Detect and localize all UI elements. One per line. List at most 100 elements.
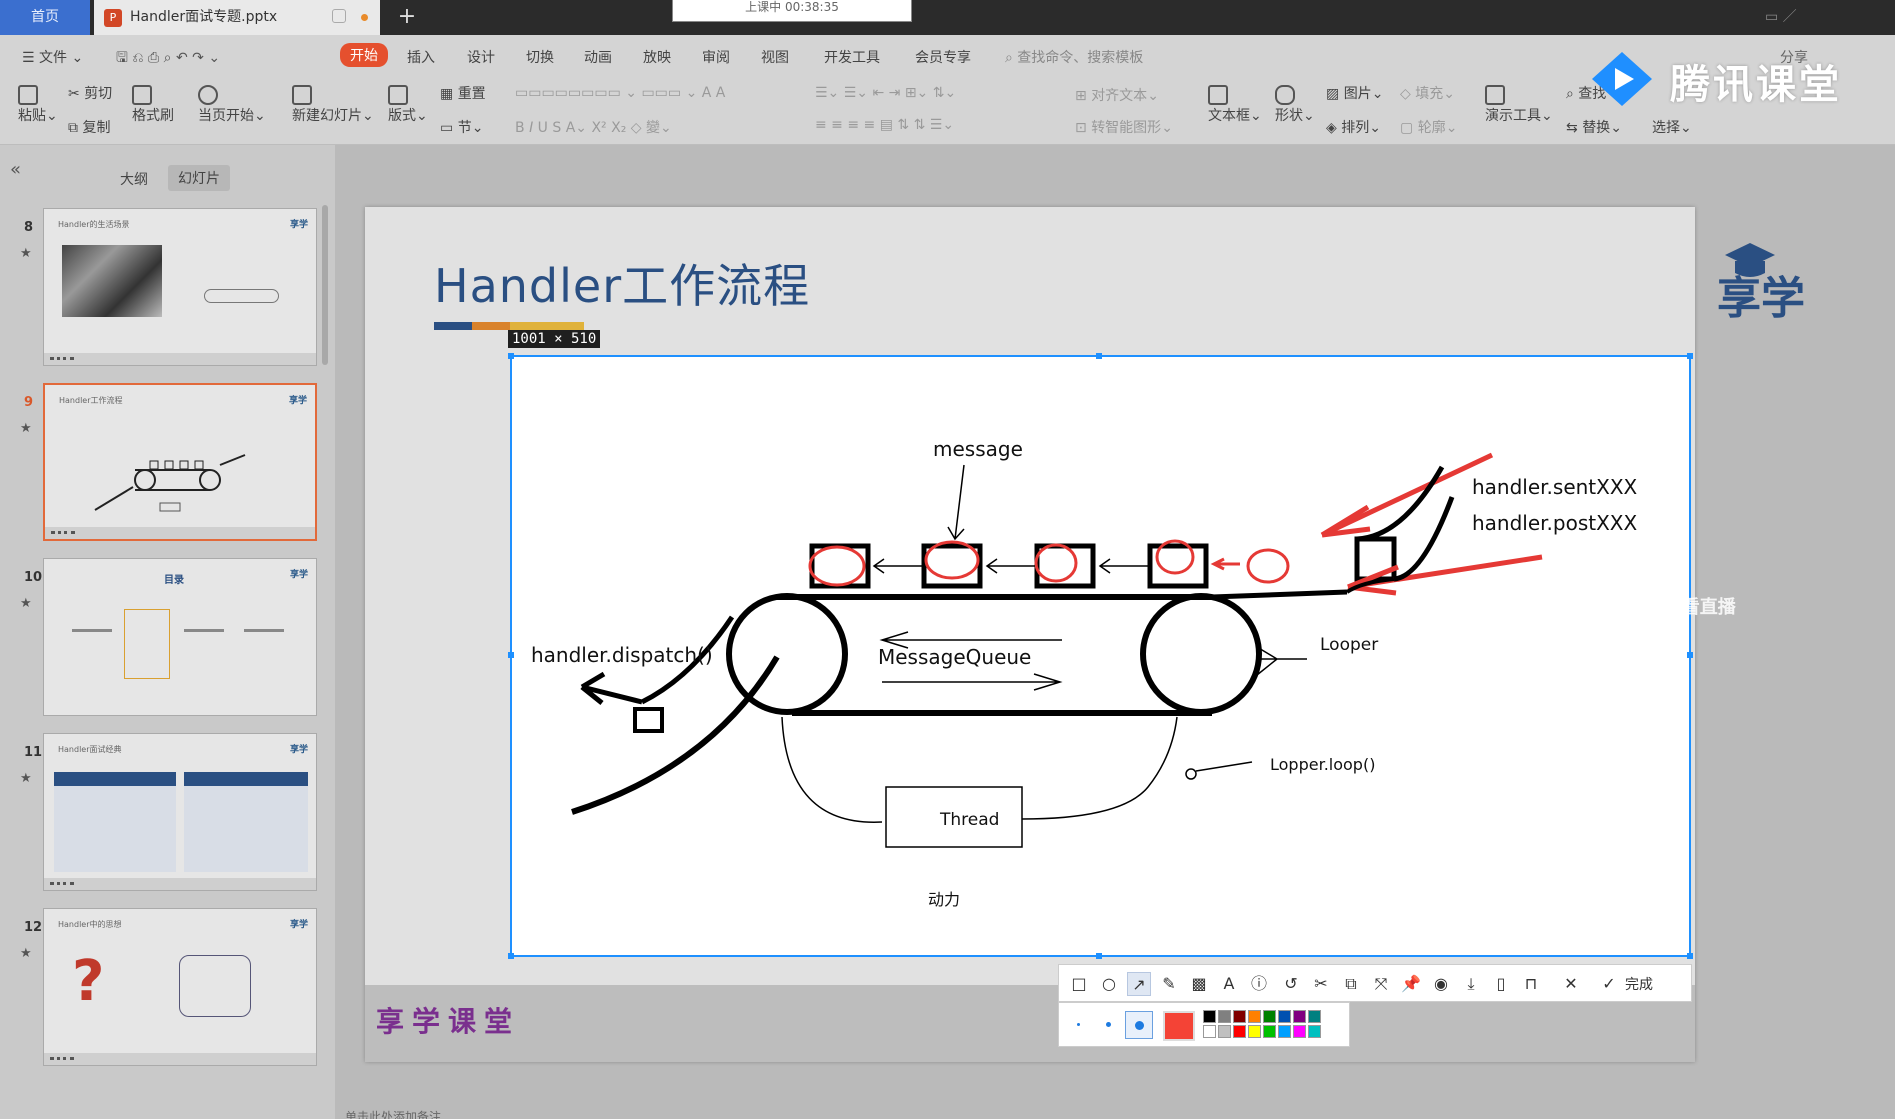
scroll-capture-icon[interactable]: ⤧ (1369, 972, 1393, 996)
translate-icon[interactable]: ⧉ (1339, 972, 1363, 996)
color-swatch[interactable] (1203, 1025, 1216, 1038)
shape-button[interactable]: 形状⌄ (1275, 85, 1315, 125)
pin-icon[interactable] (332, 9, 346, 23)
new-slide-button[interactable]: 新建幻灯片⌄ (292, 85, 374, 125)
paste-button[interactable]: 粘贴⌄ (18, 85, 58, 125)
ocr-icon[interactable]: ✂ (1309, 972, 1333, 996)
size-medium[interactable] (1095, 1011, 1123, 1039)
fill-button[interactable]: ◇ 填充⌄ (1400, 83, 1455, 103)
color-swatch[interactable] (1308, 1010, 1321, 1023)
reset-button[interactable]: ▦ 重置 (440, 83, 486, 103)
arrow-tool-icon[interactable]: ↗ (1127, 972, 1151, 996)
color-swatch[interactable] (1263, 1025, 1276, 1038)
color-swatch[interactable] (1293, 1010, 1306, 1023)
color-swatch[interactable] (1248, 1025, 1261, 1038)
rectangle-tool-icon[interactable]: □ (1067, 972, 1091, 996)
play-from-current-button[interactable]: 当页开始⌄ (198, 85, 266, 125)
new-tab-button[interactable]: + (392, 0, 422, 35)
slide-thumbnail-9[interactable]: 9 ★ Handler工作流程 享学 (0, 383, 335, 543)
text-tool-icon[interactable]: A (1217, 972, 1241, 996)
text-box-button[interactable]: 文本框⌄ (1208, 85, 1262, 125)
tab-slides[interactable]: 幻灯片 (168, 165, 230, 191)
color-swatch[interactable] (1278, 1025, 1291, 1038)
color-swatch[interactable] (1218, 1025, 1231, 1038)
color-swatch[interactable] (1293, 1025, 1306, 1038)
cut-button[interactable]: ✂ 剪切 (68, 83, 112, 103)
tab-outline[interactable]: 大纲 (120, 169, 148, 189)
smart-shape-button[interactable]: ⊡ 转智能图形⌄ (1075, 117, 1173, 137)
resize-handle[interactable] (1096, 953, 1102, 959)
resize-handle[interactable] (508, 652, 514, 658)
paragraph-buttons[interactable]: ☰⌄ ☰⌄ ⇤ ⇥ ⊞⌄ ⇅⌄ (815, 85, 956, 101)
size-large[interactable] (1125, 1011, 1153, 1039)
current-color[interactable] (1163, 1011, 1195, 1041)
slide-thumbnail-12[interactable]: 12 ★ Handler中的思想 享学 ? (0, 908, 335, 1068)
slide-thumbnail-8[interactable]: 8 ★ Handler的生活场景 享学 (0, 208, 335, 368)
resize-handle[interactable] (1687, 353, 1693, 359)
color-swatch[interactable] (1203, 1010, 1216, 1023)
presentation-tools-button[interactable]: 演示工具⌄ (1485, 85, 1553, 125)
pen-tool-icon[interactable]: ✎ (1157, 972, 1181, 996)
format-painter-button[interactable]: 格式刷 (132, 85, 174, 125)
menu-item-insert[interactable]: 插入 (407, 47, 435, 67)
slide-thumbnail-10[interactable]: 10 ★ 享学 目录 (0, 558, 335, 718)
notes-placeholder[interactable]: 单击此处添加备注 (345, 1108, 441, 1119)
color-swatch[interactable] (1248, 1010, 1261, 1023)
download-icon[interactable]: ⤓ (1459, 972, 1483, 996)
number-tool-icon[interactable]: ⓘ (1247, 972, 1271, 996)
replace-button[interactable]: ⇆ 替换⌄ (1566, 117, 1622, 137)
select-button[interactable]: 选择⌄ (1652, 117, 1692, 137)
pin-tool-icon[interactable]: 📌 (1399, 972, 1423, 996)
resize-handle[interactable] (1687, 953, 1693, 959)
bookmark-icon[interactable]: ⊓ (1519, 972, 1543, 996)
menu-item-member[interactable]: 会员专享 (915, 47, 971, 67)
menu-item-slideshow[interactable]: 放映 (643, 47, 671, 67)
resize-handle[interactable] (1096, 353, 1102, 359)
picture-button[interactable]: ▨ 图片⌄ (1326, 83, 1383, 103)
window-controls[interactable]: ▭ ／ (1765, 6, 1835, 26)
outline-button[interactable]: ▢ 轮廓⌄ (1400, 117, 1457, 137)
record-icon[interactable]: ◉ (1429, 972, 1453, 996)
size-small[interactable] (1065, 1011, 1093, 1039)
done-button[interactable]: 完成 (1625, 974, 1653, 994)
menu-item-developer[interactable]: 开发工具 (824, 47, 880, 67)
capture-region[interactable]: message handler.sentXXX handler.postXXX … (508, 353, 1693, 959)
arrange-button[interactable]: ◈ 排列⌄ (1326, 117, 1381, 137)
menu-item-animation[interactable]: 动画 (584, 47, 612, 67)
color-swatch[interactable] (1263, 1010, 1276, 1023)
quick-access-icons[interactable]: 🖫 ⎌ ⎙ ⌕ ↶ ↷ ⌄ (116, 47, 220, 71)
undo-icon[interactable]: ↺ (1279, 972, 1303, 996)
command-search[interactable]: ⌕ 查找命令、搜索模板 (1005, 47, 1143, 67)
menu-item-transition[interactable]: 切换 (526, 47, 554, 67)
close-icon[interactable]: ✕ (1559, 972, 1583, 996)
copy-button[interactable]: ⧉ 复制 (68, 117, 110, 137)
slide-title[interactable]: Handler工作流程 (434, 250, 810, 316)
align-text-button[interactable]: ⊞ 对齐文本⌄ (1075, 85, 1159, 105)
resize-handle[interactable] (1687, 652, 1693, 658)
tab-document[interactable]: P Handler面试专题.pptx (94, 0, 380, 35)
menu-item-review[interactable]: 审阅 (702, 47, 730, 67)
mosaic-tool-icon[interactable]: ▩ (1187, 972, 1211, 996)
menu-item-home[interactable]: 开始 (340, 43, 388, 67)
section-button[interactable]: ▭ 节⌄ (440, 117, 483, 137)
color-swatch[interactable] (1278, 1010, 1291, 1023)
collapse-pane-icon[interactable]: « (10, 159, 21, 180)
file-menu[interactable]: ☰ 文件 ⌄ (22, 47, 83, 67)
layout-button[interactable]: 版式⌄ (388, 85, 428, 125)
color-swatch[interactable] (1233, 1025, 1246, 1038)
check-icon[interactable]: ✓ (1597, 972, 1621, 996)
color-swatch[interactable] (1308, 1025, 1321, 1038)
font-name-select[interactable]: ▭▭▭▭▭▭▭▭ ⌄ ▭▭▭ ⌄ A A (515, 85, 725, 101)
menu-item-view[interactable]: 视图 (761, 47, 789, 67)
slide-thumbnail-11[interactable]: 11 ★ Handler面试经典 享学 (0, 733, 335, 893)
ellipse-tool-icon[interactable]: ○ (1097, 972, 1121, 996)
tab-home[interactable]: 首页 (0, 0, 90, 35)
resize-handle[interactable] (508, 953, 514, 959)
save-device-icon[interactable]: ▯ (1489, 972, 1513, 996)
align-buttons[interactable]: ≡ ≡ ≡ ≡ ▤ ⇅ ⇅ ☰⌄ (815, 117, 954, 133)
resize-handle[interactable] (508, 353, 514, 359)
menu-item-design[interactable]: 设计 (467, 47, 495, 67)
font-style-buttons[interactable]: B I U S A⌄ X² X₂ ◇ 變⌄ (515, 117, 672, 137)
color-swatch[interactable] (1233, 1010, 1246, 1023)
color-swatch[interactable] (1218, 1010, 1231, 1023)
